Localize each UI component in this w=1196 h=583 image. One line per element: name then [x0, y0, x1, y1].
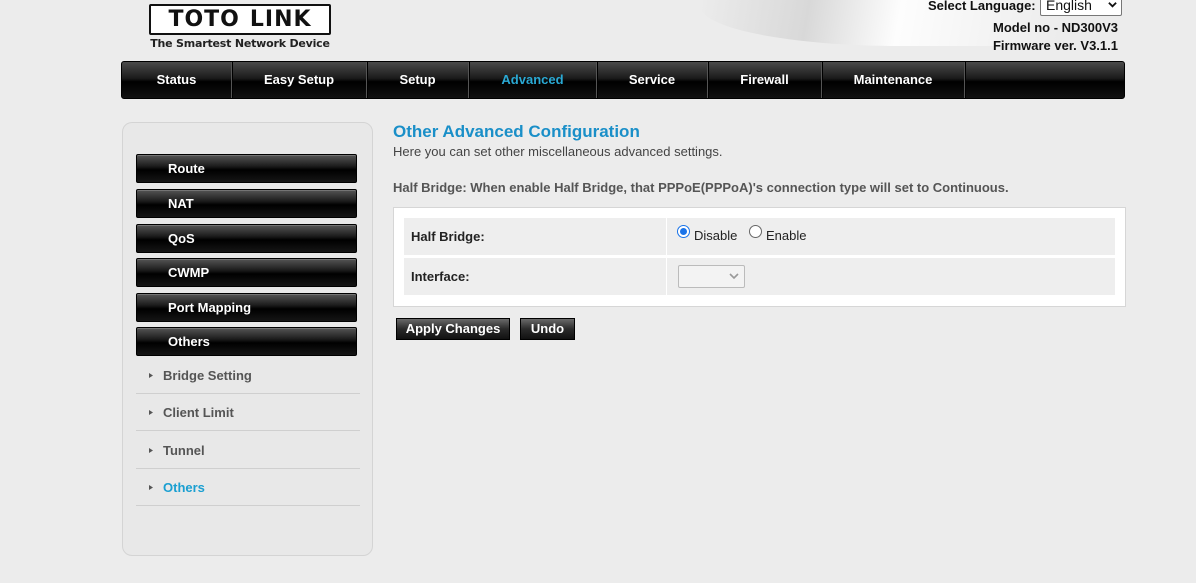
chevron-down-icon [729, 273, 739, 280]
sidebar-item-qos[interactable]: QoS [136, 224, 357, 253]
subitem-others[interactable]: Others [136, 469, 360, 506]
half-bridge-label: Half Bridge: [404, 218, 666, 255]
model-number: Model no - ND300V3 [993, 20, 1118, 35]
enable-radio[interactable] [749, 225, 762, 238]
nav-advanced[interactable]: Advanced [469, 62, 597, 98]
subitem-tunnel[interactable]: Tunnel [136, 432, 360, 469]
subitem-label: Client Limit [163, 405, 234, 420]
undo-button[interactable]: Undo [520, 318, 575, 340]
subitem-label: Tunnel [163, 443, 205, 458]
nav-status[interactable]: Status [122, 62, 232, 98]
settings-panel: Half Bridge: Disable Enable Interface: [393, 207, 1126, 307]
interface-field-cell [667, 258, 1115, 295]
enable-radio-label: Enable [766, 228, 807, 243]
half-bridge-note: Half Bridge: When enable Half Bridge, th… [393, 180, 1009, 195]
sidebar-item-port-mapping[interactable]: Port Mapping [136, 293, 357, 322]
main-nav: Status Easy Setup Setup Advanced Service… [121, 61, 1125, 99]
interface-label: Interface: [404, 258, 666, 295]
nav-firewall[interactable]: Firewall [708, 62, 822, 98]
nav-maintenance[interactable]: Maintenance [822, 62, 965, 98]
logo-text-left: TOTO [168, 7, 240, 32]
apply-changes-button[interactable]: Apply Changes [396, 318, 510, 340]
sidebar: Route NAT QoS CWMP Port Mapping Others B… [122, 122, 373, 556]
logo-text-right: LINK [249, 7, 312, 32]
bullet-arrow-icon [149, 410, 153, 415]
language-select-value: English [1046, 0, 1092, 13]
half-bridge-options: Disable Enable [667, 218, 1115, 255]
disable-radio-label: Disable [694, 228, 738, 243]
totolink-logo: TOTO LINK [149, 4, 331, 35]
subitem-bridge-setting[interactable]: Bridge Setting [136, 357, 360, 394]
chevron-down-icon [1108, 2, 1117, 8]
language-select[interactable]: English [1040, 0, 1122, 16]
subitem-client-limit[interactable]: Client Limit [136, 394, 360, 431]
nav-service[interactable]: Service [597, 62, 708, 98]
sidebar-item-route[interactable]: Route [136, 154, 357, 183]
bullet-arrow-icon [149, 485, 153, 490]
page-description: Here you can set other miscellaneous adv… [393, 144, 723, 159]
nav-easy-setup[interactable]: Easy Setup [232, 62, 367, 98]
disable-radio[interactable] [677, 225, 690, 238]
sidebar-item-others[interactable]: Others [136, 327, 357, 356]
sidebar-item-nat[interactable]: NAT [136, 189, 357, 218]
bullet-arrow-icon [149, 448, 153, 453]
subitem-label: Others [163, 480, 205, 495]
language-label: Select Language: [928, 0, 1036, 13]
subitem-label: Bridge Setting [163, 368, 252, 383]
page-title: Other Advanced Configuration [393, 122, 640, 141]
interface-select[interactable] [678, 265, 745, 288]
nav-setup[interactable]: Setup [367, 62, 469, 98]
bullet-arrow-icon [149, 373, 153, 378]
logo-tagline: The Smartest Network Device [150, 37, 330, 50]
sidebar-item-cwmp[interactable]: CWMP [136, 258, 357, 287]
firmware-version: Firmware ver. V3.1.1 [992, 38, 1118, 53]
